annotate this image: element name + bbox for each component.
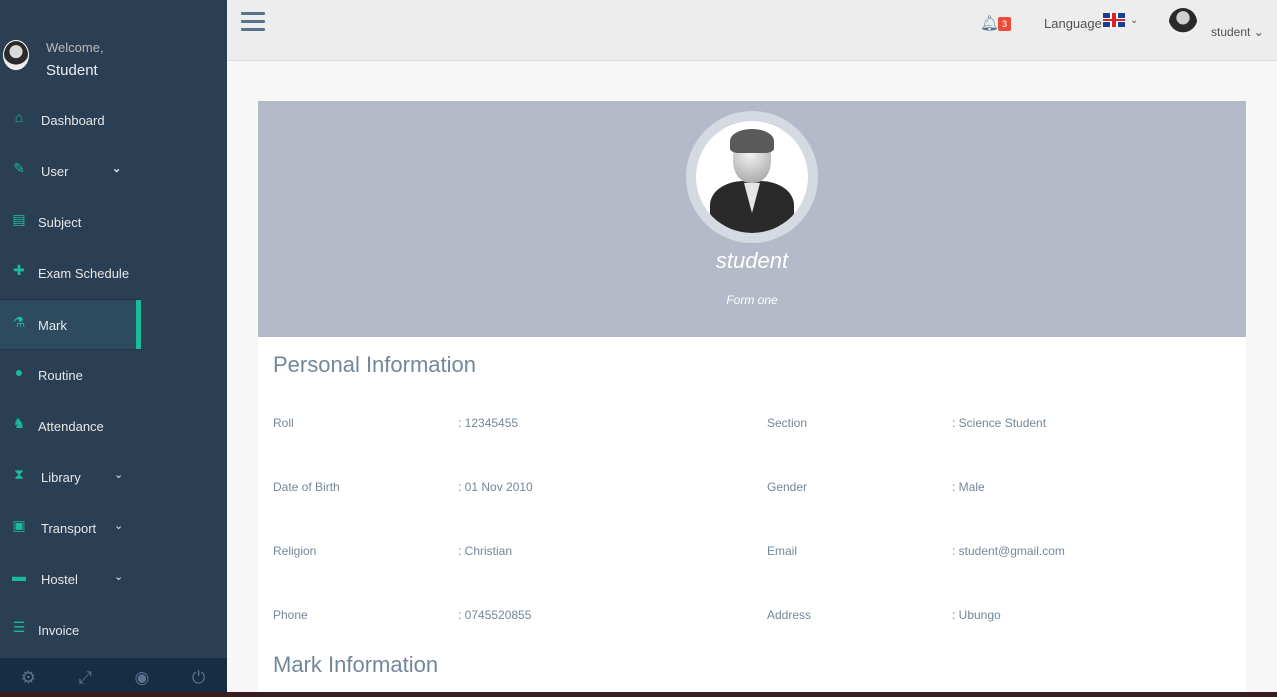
check-circle-icon: ● — [14, 364, 24, 380]
sidebar-item-routine[interactable]: ● Routine — [0, 350, 227, 401]
chevron-down-icon: ⌄ — [114, 571, 124, 583]
sidebar-item-library[interactable]: ⧗ Library ⌄ — [0, 452, 227, 503]
avatar[interactable] — [3, 40, 29, 70]
religion-label: Religion — [273, 544, 317, 558]
sidebar-item-exam-schedule[interactable]: ✚ Exam Schedule — [0, 248, 227, 299]
religion-value: : Christian — [458, 544, 513, 558]
chevron-down-icon[interactable]: ⌄ — [1130, 15, 1138, 26]
roll-value: : 12345455 — [458, 416, 519, 430]
chevron-down-icon: ⌄ — [112, 163, 122, 175]
mark-info-title: Mark Information — [273, 652, 439, 677]
profile-photo — [696, 121, 808, 233]
sidebar-item-subject[interactable]: ▤ Subject — [0, 197, 227, 248]
sidebar-item-mark[interactable]: ⚗ Mark — [0, 299, 141, 350]
chevron-down-icon: ⌄ — [114, 469, 124, 481]
user-label: student — [1211, 25, 1251, 39]
sidebar-menu: ⌂ Dashboard ✎ User ⌄ ▤ Subject ✚ Exam Sc… — [0, 95, 227, 656]
sidebar-item-label: Hostel — [41, 572, 78, 587]
section-label: Section — [767, 416, 808, 430]
sidebar-item-label: Exam Schedule — [38, 266, 130, 281]
dob-label: Date of Birth — [273, 480, 340, 494]
sidebar-item-transport[interactable]: ▣ Transport ⌄ — [0, 503, 227, 554]
dob-value: : 01 Nov 2010 — [458, 480, 533, 494]
profile-photo-ring — [686, 111, 818, 243]
sidebar-item-label: User — [41, 164, 69, 179]
sidebar-item-label: Mark — [38, 318, 67, 333]
language-dropdown[interactable]: Language — [1044, 16, 1102, 31]
user-avatar[interactable] — [1169, 8, 1197, 36]
sidebar-item-attendance[interactable]: ♞ Attendance — [0, 401, 227, 452]
bottom-edge — [0, 692, 1277, 697]
edit-icon: ✎ — [13, 160, 25, 176]
puzzle-icon: ✚ — [13, 262, 25, 278]
gender-label: Gender — [767, 480, 808, 494]
profile-class: Form one — [726, 293, 778, 307]
list-icon: ☰ — [12, 619, 26, 635]
sidebar: Welcome, Student ⌂ Dashboard ✎ User ⌄ ▤ … — [0, 0, 227, 697]
uk-flag-icon[interactable] — [1103, 13, 1125, 27]
email-label: Email — [767, 544, 798, 558]
sidebar-item-label: Transport — [41, 521, 97, 536]
welcome-text: Welcome, — [46, 40, 104, 55]
menu-toggle-icon[interactable] — [241, 12, 265, 32]
roll-label: Roll — [273, 416, 294, 430]
sidebar-item-hostel[interactable]: ▬ Hostel ⌄ — [0, 554, 227, 605]
phone-value: : 0745520855 — [458, 608, 532, 622]
book-icon: ▤ — [12, 211, 26, 227]
profile-cover: student Form one — [258, 101, 1246, 337]
bed-icon: ▬ — [12, 568, 26, 584]
personal-info-title: Personal Information — [273, 352, 476, 377]
bus-icon: ▣ — [12, 517, 26, 533]
sidebar-item-user[interactable]: ✎ User ⌄ — [0, 146, 227, 197]
flask-icon: ⚗ — [12, 314, 26, 330]
email-value: : student@gmail.com — [952, 544, 1065, 558]
bell-icon[interactable]: 🔔︎ — [980, 14, 999, 32]
sidebar-item-label: Invoice — [38, 623, 80, 638]
sidebar-item-label: Attendance — [38, 419, 104, 434]
address-value: : Ubungo — [952, 608, 1001, 622]
sidebar-item-dashboard[interactable]: ⌂ Dashboard — [0, 95, 227, 146]
top-nav: 🔔︎ 3 Language ⌄ student ⌄ — [227, 0, 1277, 61]
home-icon: ⌂ — [14, 109, 24, 125]
sidebar-item-invoice[interactable]: ☰ Invoice — [0, 605, 227, 656]
sidebar-username: Student — [46, 62, 98, 79]
user-dropdown[interactable]: student ⌄ — [1211, 25, 1264, 39]
notification-badge: 3 — [998, 17, 1012, 31]
sidebar-profile: Welcome, Student — [0, 0, 227, 95]
section-value: : Science Student — [952, 416, 1047, 430]
sidebar-item-label: Library — [41, 470, 81, 485]
profile-name: student — [715, 248, 789, 273]
sidebar-item-label: Dashboard — [41, 113, 105, 128]
gender-value: : Male — [952, 480, 985, 494]
chevron-down-icon: ⌄ — [1253, 25, 1264, 39]
phone-label: Phone — [273, 608, 308, 622]
address-label: Address — [767, 608, 812, 622]
chevron-down-icon: ⌄ — [114, 520, 124, 532]
profile-panel: student Form one Personal Information Ro… — [258, 101, 1246, 697]
sidebar-item-label: Routine — [38, 368, 83, 383]
sidebar-item-label: Subject — [38, 215, 82, 230]
sitemap-icon: ♞ — [12, 415, 26, 431]
hourglass-icon: ⧗ — [14, 466, 24, 482]
